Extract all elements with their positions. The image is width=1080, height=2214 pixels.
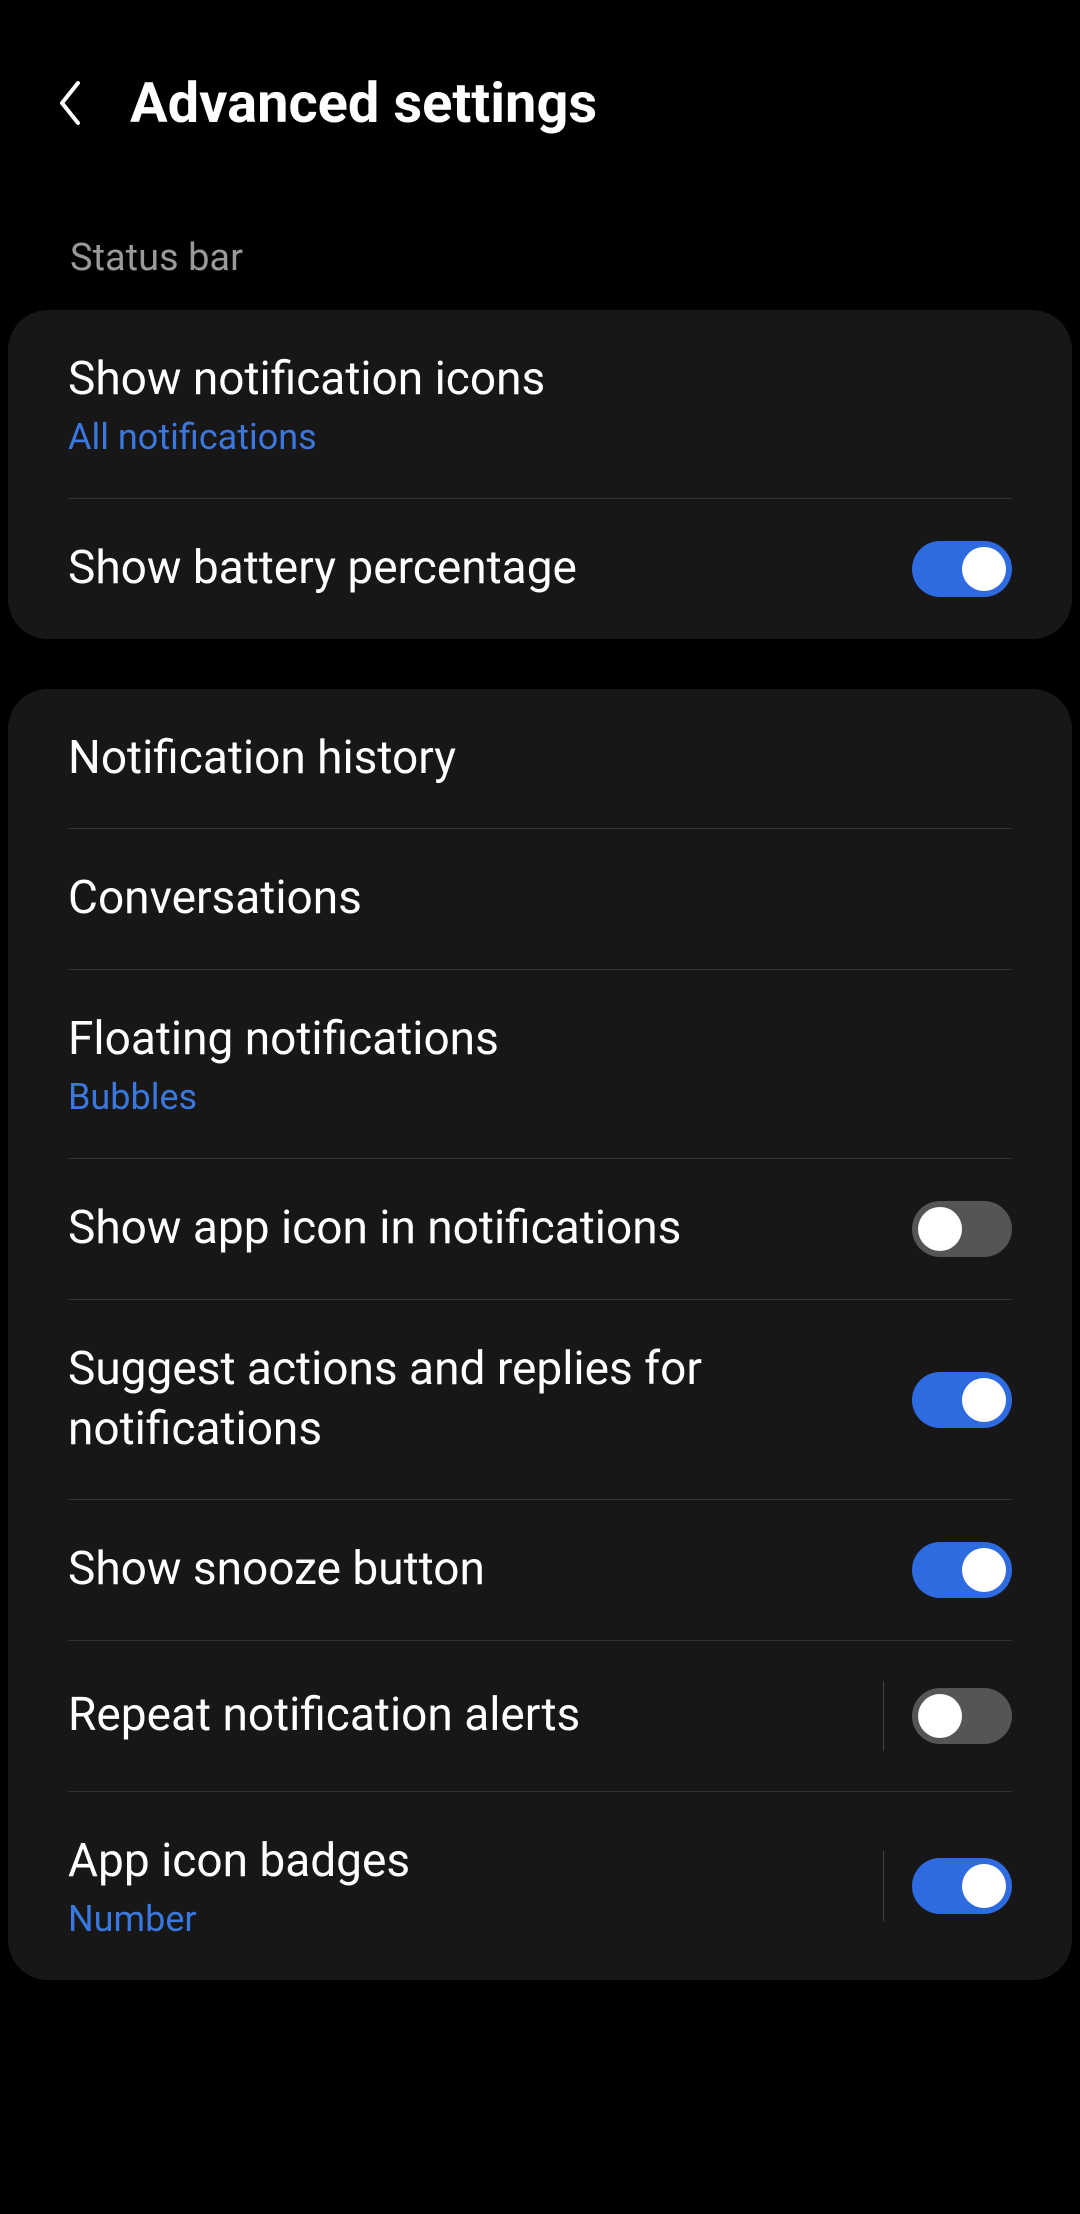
toggle-show-battery-percentage[interactable] xyxy=(912,541,1012,597)
vertical-separator xyxy=(883,1851,884,1921)
toggle-show-snooze[interactable] xyxy=(912,1542,1012,1598)
section-header-status-bar: Status bar xyxy=(0,176,1080,300)
toggle-repeat-alerts[interactable] xyxy=(912,1688,1012,1744)
row-floating-notifications[interactable]: Floating notifications Bubbles xyxy=(8,970,1072,1158)
row-title: Show battery percentage xyxy=(68,539,912,599)
row-repeat-alerts[interactable]: Repeat notification alerts xyxy=(8,1641,1072,1791)
row-title: Suggest actions and replies for notifica… xyxy=(68,1340,912,1460)
row-title: Repeat notification alerts xyxy=(68,1686,883,1746)
row-show-snooze[interactable]: Show snooze button xyxy=(8,1500,1072,1640)
row-suggest-actions[interactable]: Suggest actions and replies for notifica… xyxy=(8,1300,1072,1500)
row-title: Notification history xyxy=(68,729,1012,789)
row-title: Floating notifications xyxy=(68,1010,1012,1070)
main-card: Notification history Conversations Float… xyxy=(8,689,1072,1980)
row-title: App icon badges xyxy=(68,1832,883,1892)
row-title: Show notification icons xyxy=(68,350,1012,410)
row-app-icon-badges[interactable]: App icon badges Number xyxy=(8,1792,1072,1980)
row-subtitle: Number xyxy=(68,1898,883,1940)
back-icon[interactable] xyxy=(50,83,90,123)
toggle-app-icon-badges[interactable] xyxy=(912,1858,1012,1914)
vertical-separator xyxy=(883,1681,884,1751)
row-notification-history[interactable]: Notification history xyxy=(8,689,1072,829)
row-title: Conversations xyxy=(68,869,1012,929)
row-show-battery-percentage[interactable]: Show battery percentage xyxy=(8,499,1072,639)
status-bar-card: Show notification icons All notification… xyxy=(8,310,1072,639)
row-subtitle: All notifications xyxy=(68,416,1012,458)
toggle-suggest-actions[interactable] xyxy=(912,1372,1012,1428)
row-title: Show app icon in notifications xyxy=(68,1199,912,1259)
row-subtitle: Bubbles xyxy=(68,1076,1012,1118)
page-title: Advanced settings xyxy=(130,70,597,136)
row-show-app-icon[interactable]: Show app icon in notifications xyxy=(8,1159,1072,1299)
toggle-show-app-icon[interactable] xyxy=(912,1201,1012,1257)
row-title: Show snooze button xyxy=(68,1540,912,1600)
row-conversations[interactable]: Conversations xyxy=(8,829,1072,969)
row-show-notification-icons[interactable]: Show notification icons All notification… xyxy=(8,310,1072,498)
